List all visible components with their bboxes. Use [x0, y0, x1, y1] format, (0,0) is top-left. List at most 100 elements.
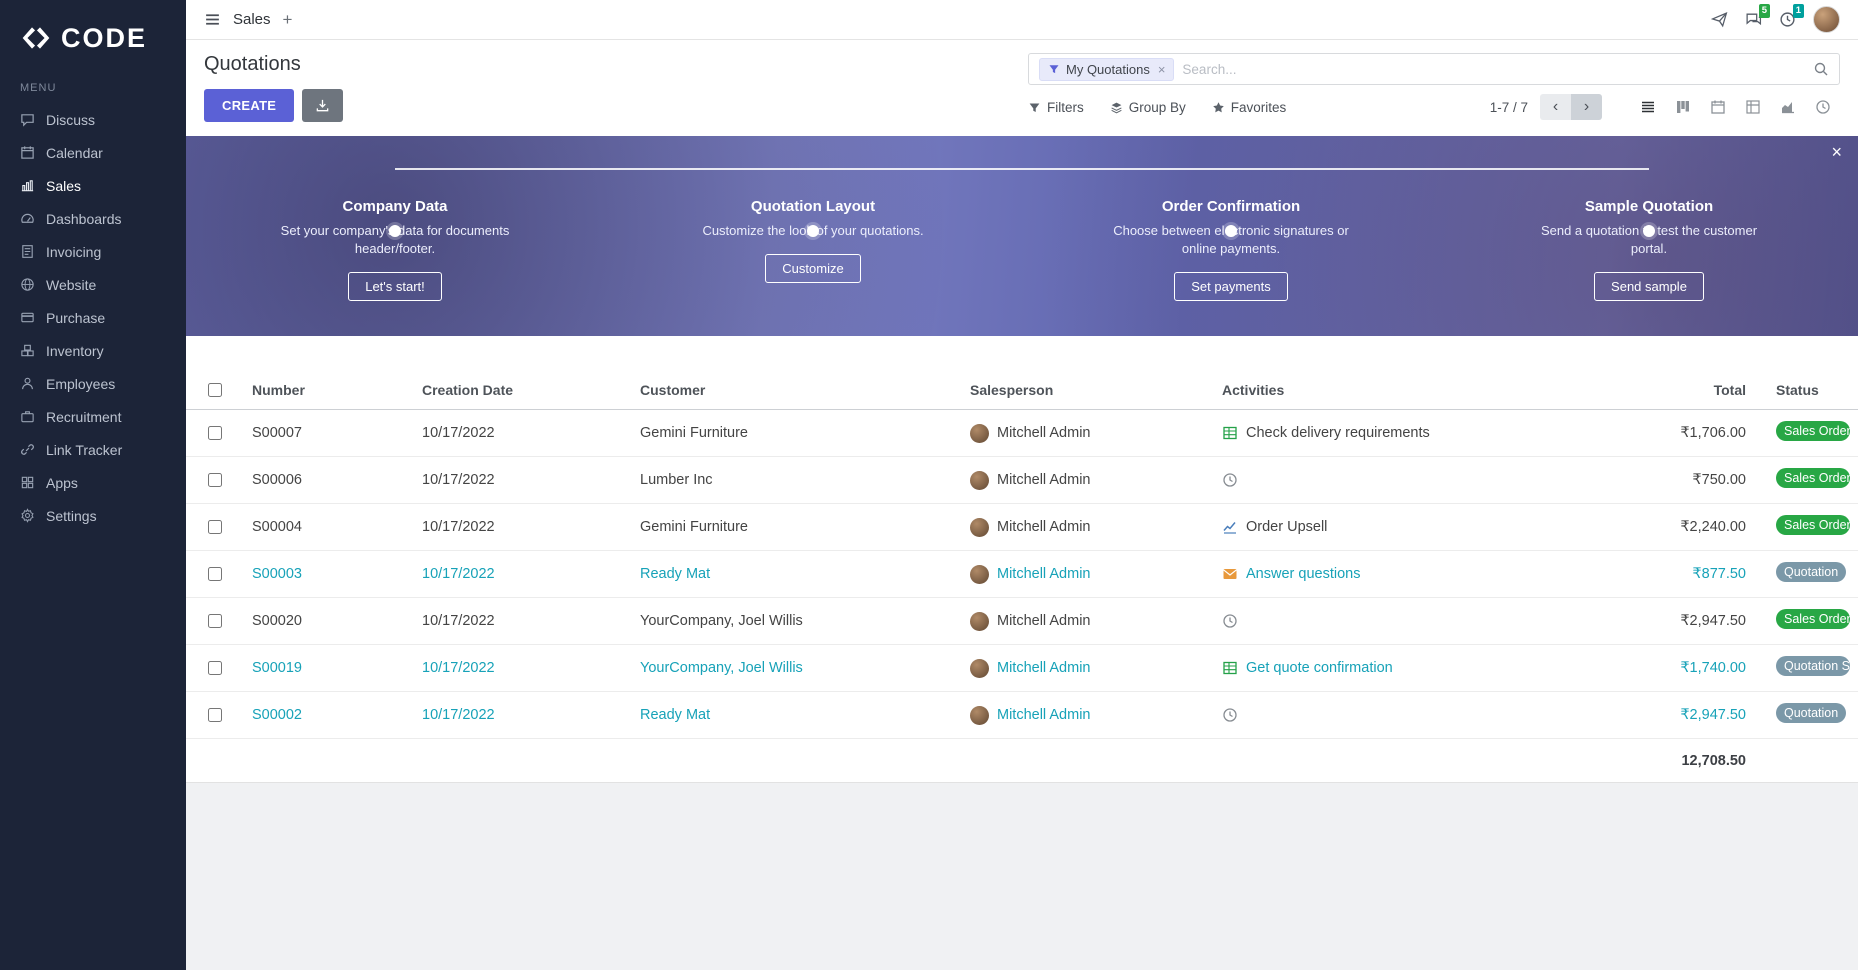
sidebar-item-label: Apps	[46, 475, 78, 491]
sidebar-item-label: Link Tracker	[46, 442, 122, 458]
sidebar-item-link-tracker[interactable]: Link Tracker	[0, 433, 186, 466]
sidebar-item-purchase[interactable]: Purchase	[0, 301, 186, 334]
view-switcher-graph[interactable]	[1770, 94, 1805, 120]
clock-icon	[1222, 472, 1238, 488]
sidebar-item-recruitment[interactable]: Recruitment	[0, 400, 186, 433]
onboarding-steps: Company DataSet your company's data for …	[186, 136, 1858, 336]
salesperson-name: Mitchell Admin	[997, 707, 1090, 723]
sidebar-item-sales[interactable]: Sales	[0, 169, 186, 202]
sidebar-item-discuss[interactable]: Discuss	[0, 103, 186, 136]
create-button[interactable]: CREATE	[204, 89, 294, 122]
select-all-checkbox[interactable]	[208, 383, 222, 397]
pager-next-button[interactable]: ›	[1571, 94, 1602, 120]
salesperson-avatar	[970, 471, 989, 490]
brand-logo[interactable]: CODE	[0, 0, 186, 70]
remove-facet-icon[interactable]: ×	[1158, 62, 1166, 77]
main-area: Sales + 5 1 Quotations CREATE	[186, 0, 1858, 970]
sidebar-item-inventory[interactable]: Inventory	[0, 334, 186, 367]
sidebar-item-calendar[interactable]: Calendar	[0, 136, 186, 169]
table-row-s00004[interactable]: S0000410/17/2022Gemini FurnitureMitchell…	[186, 504, 1858, 551]
salesperson-avatar	[970, 612, 989, 631]
filters-button[interactable]: Filters	[1028, 100, 1084, 115]
view-switcher-activity[interactable]	[1805, 94, 1840, 120]
customer-name: YourCompany, Joel Willis	[632, 613, 962, 629]
search-icon[interactable]	[1813, 61, 1829, 77]
menu-section-label: MENU	[0, 70, 186, 103]
status-badge: Sales Order	[1776, 515, 1850, 535]
user-avatar[interactable]	[1813, 6, 1840, 33]
step-action-button[interactable]: Send sample	[1594, 272, 1704, 301]
step-action-button[interactable]: Let's start!	[348, 272, 442, 301]
hamburger-menu-icon[interactable]	[204, 11, 221, 28]
table-row-s00019[interactable]: S0001910/17/2022YourCompany, Joel Willis…	[186, 645, 1858, 692]
sidebar-item-dashboards[interactable]: Dashboards	[0, 202, 186, 235]
row-checkbox[interactable]	[208, 520, 222, 534]
table-row-s00007[interactable]: S0000710/17/2022Gemini FurnitureMitchell…	[186, 410, 1858, 457]
column-header-creation-date[interactable]: Creation Date	[414, 382, 632, 398]
topbar: Sales + 5 1	[186, 0, 1858, 40]
row-checkbox[interactable]	[208, 567, 222, 581]
search-facet[interactable]: My Quotations ×	[1039, 58, 1174, 81]
sidebar-item-invoicing[interactable]: Invoicing	[0, 235, 186, 268]
row-checkbox[interactable]	[208, 661, 222, 675]
recruitment-icon	[20, 409, 35, 424]
column-header-activities[interactable]: Activities	[1214, 382, 1604, 398]
table-row-s00002[interactable]: S0000210/17/2022Ready MatMitchell Admin₹…	[186, 692, 1858, 739]
quotation-number[interactable]: S00002	[244, 707, 414, 723]
activities-button[interactable]: 1	[1779, 11, 1796, 28]
row-checkbox[interactable]	[208, 473, 222, 487]
apps-icon	[20, 475, 35, 490]
table-row-s00003[interactable]: S0000310/17/2022Ready MatMitchell AdminA…	[186, 551, 1858, 598]
invoicing-icon	[20, 244, 35, 259]
salesperson-avatar	[970, 659, 989, 678]
step-action-button[interactable]: Set payments	[1174, 272, 1288, 301]
view-switcher-pivot[interactable]	[1735, 94, 1770, 120]
quotation-number[interactable]: S00019	[244, 660, 414, 676]
quotation-number[interactable]: S00020	[244, 613, 414, 629]
app-title[interactable]: Sales	[233, 11, 271, 28]
row-checkbox[interactable]	[208, 614, 222, 628]
add-tab-icon[interactable]: +	[283, 10, 293, 30]
column-header-salesperson[interactable]: Salesperson	[962, 382, 1214, 398]
column-header-number[interactable]: Number	[244, 382, 414, 398]
quotation-number[interactable]: S00006	[244, 472, 414, 488]
quotation-number[interactable]: S00004	[244, 519, 414, 535]
footer-total: 12,708.50	[1604, 753, 1754, 769]
paper-plane-icon[interactable]	[1711, 11, 1728, 28]
sidebar-item-label: Discuss	[46, 112, 95, 128]
view-switcher-calendar[interactable]	[1700, 94, 1735, 120]
onboarding-step-sample-quotation: Sample QuotationSend a quotation to test…	[1440, 198, 1858, 336]
export-button[interactable]	[302, 89, 343, 122]
group-by-button[interactable]: Group By	[1110, 100, 1186, 115]
row-checkbox[interactable]	[208, 708, 222, 722]
status-badge: Quotation	[1776, 703, 1846, 723]
column-header-customer[interactable]: Customer	[632, 382, 962, 398]
table-row-s00006[interactable]: S0000610/17/2022Lumber IncMitchell Admin…	[186, 457, 1858, 504]
sidebar-item-settings[interactable]: Settings	[0, 499, 186, 532]
status-badge: Sales Order	[1776, 609, 1850, 629]
onboarding-step-order-confirmation: Order ConfirmationChoose between electro…	[1022, 198, 1440, 336]
sidebar-item-website[interactable]: Website	[0, 268, 186, 301]
row-checkbox[interactable]	[208, 426, 222, 440]
search-input[interactable]	[1182, 62, 1805, 77]
salesperson-name: Mitchell Admin	[997, 425, 1090, 441]
column-header-status[interactable]: Status	[1754, 382, 1858, 398]
sidebar-item-employees[interactable]: Employees	[0, 367, 186, 400]
quotation-number[interactable]: S00003	[244, 566, 414, 582]
step-dot	[389, 225, 401, 237]
column-header-total[interactable]: Total	[1604, 382, 1754, 398]
view-switcher-kanban[interactable]	[1665, 94, 1700, 120]
view-switcher-list[interactable]	[1630, 94, 1665, 120]
favorites-button[interactable]: Favorites	[1212, 100, 1287, 115]
total-amount: ₹2,240.00	[1604, 519, 1754, 535]
app-root: CODE MENU DiscussCalendarSalesDashboards…	[0, 0, 1858, 970]
step-dot	[1643, 225, 1655, 237]
step-action-button[interactable]: Customize	[765, 254, 860, 283]
pager-previous-button[interactable]: ‹	[1540, 94, 1571, 120]
messages-button[interactable]: 5	[1745, 11, 1762, 28]
close-banner-icon[interactable]: ×	[1831, 143, 1842, 161]
search-bar[interactable]: My Quotations ×	[1028, 53, 1840, 85]
sidebar-item-apps[interactable]: Apps	[0, 466, 186, 499]
table-row-s00020[interactable]: S0002010/17/2022YourCompany, Joel Willis…	[186, 598, 1858, 645]
quotation-number[interactable]: S00007	[244, 425, 414, 441]
